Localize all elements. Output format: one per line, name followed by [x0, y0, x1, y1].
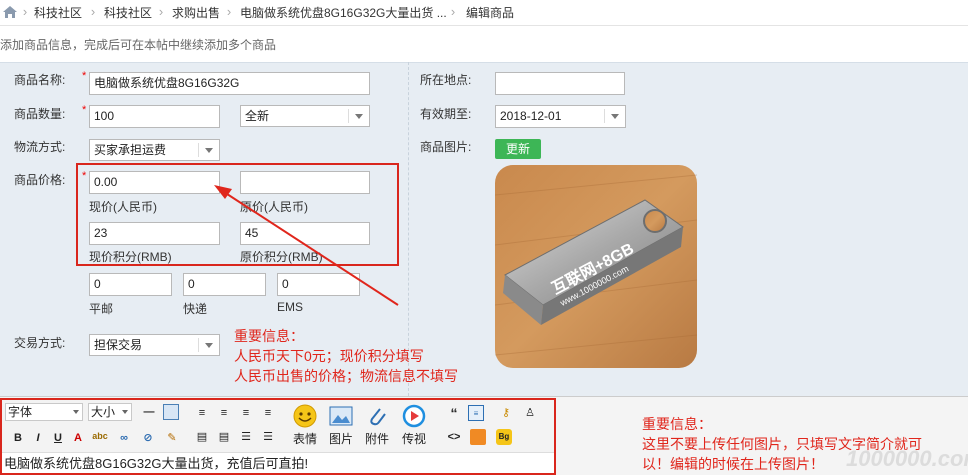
annotation-note1-line: 人民币出售的价格；物流信息不填写: [234, 368, 458, 384]
watermark-logo: 1000000.com: [846, 446, 968, 471]
annotation-note1-title: 重要信息：: [234, 328, 304, 344]
annotation-note1-line: 人民币天下0元；现价积分填写: [234, 348, 424, 364]
annotation-note2-title: 重要信息：: [642, 416, 712, 432]
annotation-highlight-editor: [0, 398, 556, 475]
annotation-note2-line: 以！编辑的时候在上传图片！: [642, 456, 824, 472]
